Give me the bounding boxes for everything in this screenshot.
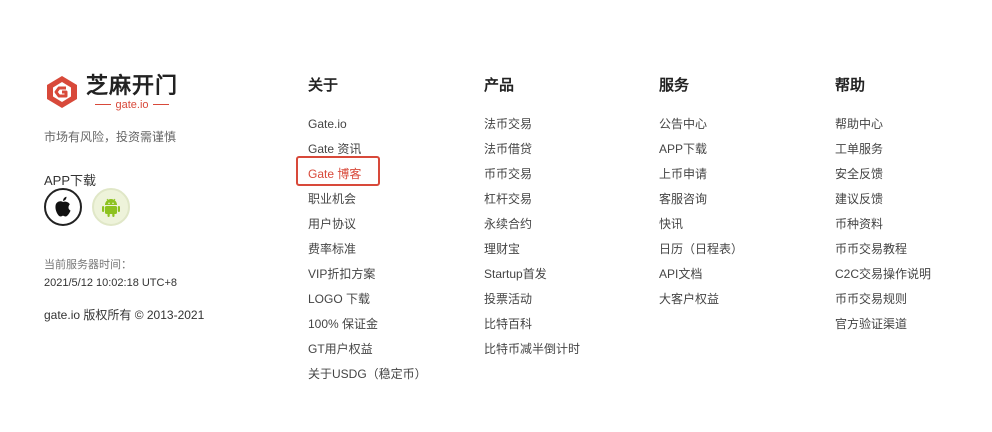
gate-logo-icon <box>47 76 77 108</box>
server-time-label: 当前服务器时间： <box>44 259 132 271</box>
logo-divider <box>95 104 112 105</box>
footer-link-perpetual[interactable]: 永续合约 <box>484 216 580 241</box>
footer-link-fee-schedule[interactable]: 费率标准 <box>308 241 427 266</box>
footer-column-about: 关于 Gate.io Gate 资讯 Gate 博客 职业机会 用户协议 费率标… <box>296 76 427 391</box>
footer-link-suggestions[interactable]: 建议反馈 <box>835 191 931 216</box>
footer-link-wiki[interactable]: 比特百科 <box>484 316 580 341</box>
footer-link-halving[interactable]: 比特币减半倒计时 <box>484 341 580 366</box>
android-icon <box>102 198 120 217</box>
link-list: 法币交易 法币借贷 币币交易 杠杆交易 永续合约 理财宝 Startup首发 投… <box>484 116 580 366</box>
footer-link-voting[interactable]: 投票活动 <box>484 291 580 316</box>
apple-icon <box>55 196 71 217</box>
footer-link-gt-benefits[interactable]: GT用户权益 <box>308 341 427 366</box>
apple-app-button[interactable] <box>44 188 82 226</box>
footer-link-startup[interactable]: Startup首发 <box>484 266 580 291</box>
logo[interactable]: 芝麻开门 gate.io <box>44 72 264 112</box>
app-download-label: APP下载 <box>44 173 97 188</box>
footer-link-user-agreement[interactable]: 用户协议 <box>308 216 427 241</box>
footer-column-help: 帮助 帮助中心 工单服务 安全反馈 建议反馈 币种资料 币币交易教程 C2C交易… <box>835 76 931 341</box>
footer-link-margin-trade[interactable]: 杠杆交易 <box>484 191 580 216</box>
copyright-text: gate.io 版权所有 © 2013-2021 <box>44 308 205 322</box>
footer-link-verification[interactable]: 官方验证渠道 <box>835 316 931 341</box>
footer-link-tickets[interactable]: 工单服务 <box>835 141 931 166</box>
footer-link-fiat-trade[interactable]: 法币交易 <box>484 116 580 141</box>
footer-link-fiat-loan[interactable]: 法币借贷 <box>484 141 580 166</box>
footer-link-listing-application[interactable]: 上币申请 <box>659 166 743 191</box>
footer-link-flash-news[interactable]: 快讯 <box>659 216 743 241</box>
column-title: 帮助 <box>835 77 866 94</box>
risk-notice: 市场有风险，投资需谨慎 <box>44 130 177 144</box>
footer-link-logo-download[interactable]: LOGO 下载 <box>308 291 427 316</box>
highlight-box <box>296 156 380 186</box>
logo-en-text: gate.io <box>115 98 149 111</box>
footer-link-security-feedback[interactable]: 安全反馈 <box>835 166 931 191</box>
server-time-value: 2021/5/12 10:02:18 UTC+8 <box>44 277 178 289</box>
footer-link-customer-service[interactable]: 客服咨询 <box>659 191 743 216</box>
footer-link-help-center[interactable]: 帮助中心 <box>835 116 931 141</box>
footer-link-c2c-guide[interactable]: C2C交易操作说明 <box>835 266 931 291</box>
column-title: 关于 <box>308 77 339 94</box>
link-list: 公告中心 APP下载 上币申请 客服咨询 快讯 日历（日程表） API文档 大客… <box>659 116 743 316</box>
footer-link-announcements[interactable]: 公告中心 <box>659 116 743 141</box>
footer-link-calendar[interactable]: 日历（日程表） <box>659 241 743 266</box>
column-title: 服务 <box>659 77 690 94</box>
footer-link-spot-tutorial[interactable]: 币币交易教程 <box>835 241 931 266</box>
footer-link-spot-rules[interactable]: 币币交易规则 <box>835 291 931 316</box>
footer-column-services: 服务 公告中心 APP下载 上币申请 客服咨询 快讯 日历（日程表） API文档… <box>659 76 743 316</box>
footer-link-vip-client[interactable]: 大客户权益 <box>659 291 743 316</box>
site-footer: 芝麻开门 gate.io 市场有风险，投资需谨慎 APP下载 当前服务器时间： … <box>0 0 992 432</box>
android-app-button[interactable] <box>92 188 130 226</box>
footer-link-careers[interactable]: 职业机会 <box>308 191 427 216</box>
brand-column: 芝麻开门 gate.io 市场有风险，投资需谨慎 APP下载 当前服务器时间： … <box>44 72 264 322</box>
logo-divider <box>152 104 169 105</box>
link-list: 帮助中心 工单服务 安全反馈 建议反馈 币种资料 币币交易教程 C2C交易操作说… <box>835 116 931 341</box>
logo-wordmark: 芝麻开门 gate.io <box>86 72 179 111</box>
footer-link-finance[interactable]: 理财宝 <box>484 241 580 266</box>
footer-column-products: 产品 法币交易 法币借贷 币币交易 杠杆交易 永续合约 理财宝 Startup首… <box>484 76 580 366</box>
logo-cn-text: 芝麻开门 <box>86 72 179 98</box>
footer-link-reserve[interactable]: 100% 保证金 <box>308 316 427 341</box>
footer-link-coin-info[interactable]: 币种资料 <box>835 216 931 241</box>
column-title: 产品 <box>484 77 515 94</box>
footer-link-vip-discount[interactable]: VIP折扣方案 <box>308 266 427 291</box>
footer-link-app-download[interactable]: APP下载 <box>659 141 743 166</box>
footer-link-gate-io[interactable]: Gate.io <box>308 116 427 141</box>
footer-link-usdg[interactable]: 关于USDG（稳定币） <box>308 366 427 391</box>
footer-link-spot-trade[interactable]: 币币交易 <box>484 166 580 191</box>
app-download-icons <box>44 188 140 226</box>
footer-link-api-docs[interactable]: API文档 <box>659 266 743 291</box>
